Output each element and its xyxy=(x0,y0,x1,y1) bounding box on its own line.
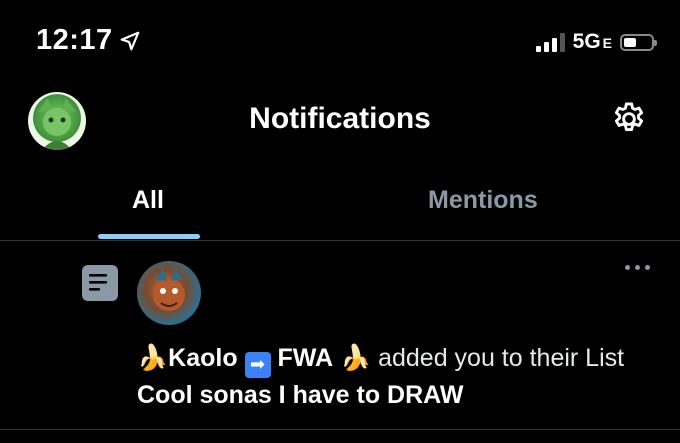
divider xyxy=(0,429,680,430)
right-arrow-emoji: ➡ xyxy=(244,352,271,378)
network-type: 5G E xyxy=(573,30,612,54)
actor-avatar[interactable] xyxy=(137,261,201,325)
location-arrow-icon xyxy=(120,31,140,50)
actor-name-part1[interactable]: Kaolo xyxy=(168,344,237,372)
banana-emoji: 🍌 xyxy=(137,343,169,372)
actor-avatar-art-icon xyxy=(153,269,185,311)
tab-mentions[interactable]: Mentions xyxy=(428,186,538,215)
page-title: Notifications xyxy=(249,102,431,135)
list-icon xyxy=(82,265,118,301)
notification-text: 🍌Kaolo ➡ FWA 🍌 added you to their List C… xyxy=(137,341,657,412)
network-label: 5G xyxy=(572,30,601,53)
header: Notifications xyxy=(0,80,680,164)
status-indicators: 5G E xyxy=(535,30,657,54)
banana-emoji-2: 🍌 xyxy=(340,343,372,372)
more-options-icon[interactable] xyxy=(625,265,650,270)
action-text: added you to their List xyxy=(371,344,625,372)
list-name[interactable]: Cool sonas I have to DRAW xyxy=(137,381,463,409)
status-bar: 12:17 5G E xyxy=(0,0,680,80)
network-suffix: E xyxy=(602,35,612,51)
status-time: 12:17 xyxy=(36,24,141,57)
settings-gear-icon[interactable] xyxy=(610,100,648,138)
active-tab-indicator xyxy=(98,234,200,239)
time-text: 12:17 xyxy=(36,24,113,56)
tab-bar: All Mentions xyxy=(0,164,680,241)
cellular-signal-icon xyxy=(535,32,565,52)
battery-icon xyxy=(620,33,657,51)
notification-item[interactable]: 🍌Kaolo ➡ FWA 🍌 added you to their List C… xyxy=(0,241,680,431)
actor-name-part2[interactable]: FWA xyxy=(278,344,334,372)
tab-all[interactable]: All xyxy=(132,186,164,215)
